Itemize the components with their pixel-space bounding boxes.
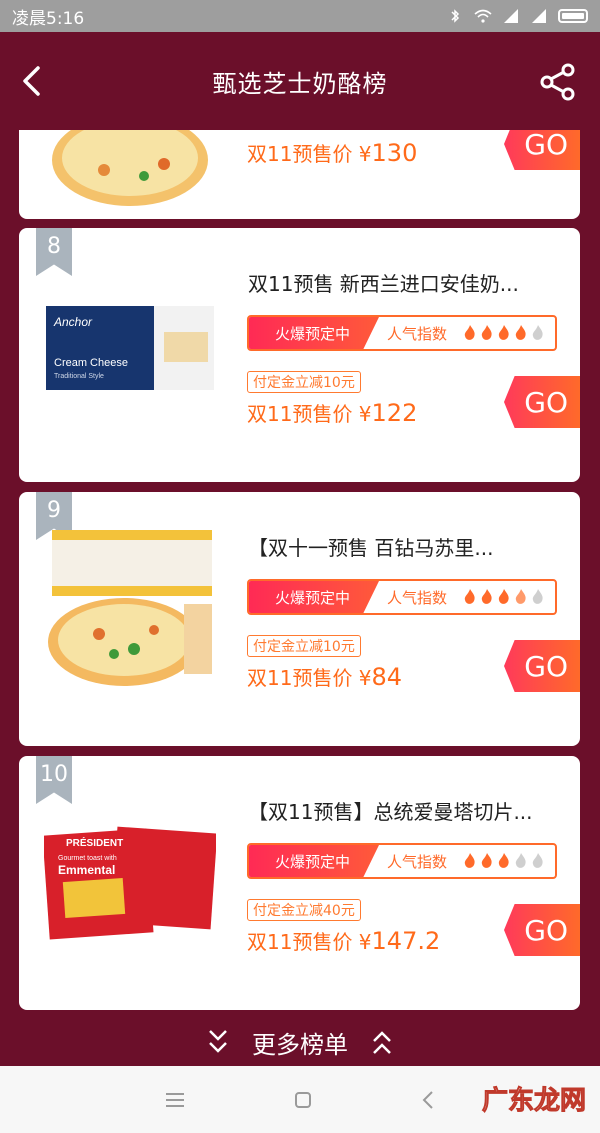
back-nav-icon[interactable]: [420, 1089, 436, 1111]
status-icons: [446, 9, 588, 23]
product-text: Emmental: [58, 863, 115, 877]
product-subtext: Traditional Style: [54, 373, 104, 380]
chevron-double-up-icon: [373, 1031, 391, 1054]
popularity-flames: [463, 589, 545, 605]
flame-icon: [464, 589, 475, 604]
heat-tag: 火爆预定中: [249, 581, 379, 613]
flame-icon: [498, 589, 509, 604]
flame-empty-icon: [532, 589, 543, 604]
price: 双11预售价 ¥122: [247, 399, 418, 427]
go-button[interactable]: GO: [504, 640, 580, 692]
flame-icon: [515, 325, 526, 340]
popularity-flames: [463, 325, 545, 341]
chevron-left-icon: [23, 66, 40, 96]
product-text: Cream Cheese: [54, 357, 128, 369]
flame-icon: [481, 589, 492, 604]
product-card[interactable]: 8 Anchor Cream Cheese Traditional Style …: [19, 228, 580, 482]
flame-icon: [481, 853, 492, 868]
flame-empty-icon: [532, 853, 543, 868]
product-image: PRÉSIDENT Gourmet toast with Emmental: [44, 826, 216, 940]
flame-icon: [481, 325, 492, 340]
more-rankings-button[interactable]: 更多榜单: [0, 1018, 600, 1066]
product-title[interactable]: 【双十一预售 百钻马苏里...: [248, 532, 493, 561]
flame-icon: [498, 853, 509, 868]
product-image: Anchor Cream Cheese Traditional Style: [46, 306, 214, 390]
bluetooth-icon: [451, 9, 460, 23]
status-time: 凌晨5:16: [12, 8, 85, 29]
heat-label: 人气指数: [387, 324, 448, 343]
ranking-list: 双11预售价 ¥130 GO 8 Anchor Cream Cheese Tra…: [0, 130, 600, 1066]
battery-icon: [558, 9, 588, 23]
share-button[interactable]: [538, 62, 578, 102]
coupon-tag: 付定金立减40元: [247, 899, 361, 921]
flame-icon: [498, 325, 509, 340]
product-title[interactable]: 双11预售 新西兰进口安佳奶...: [248, 268, 519, 297]
coupon-tag: 付定金立减10元: [247, 371, 361, 393]
wifi-icon: [474, 9, 492, 23]
heat-tag: 火爆预定中: [249, 317, 379, 349]
product-card[interactable]: 双11预售价 ¥130 GO: [19, 130, 580, 219]
go-button[interactable]: GO: [504, 376, 580, 428]
signal-icon-2: [532, 9, 546, 23]
flame-empty-icon: [532, 325, 543, 340]
more-label: 更多榜单: [252, 1030, 348, 1059]
heat-label: 人气指数: [387, 588, 448, 607]
flame-half-icon: [515, 589, 526, 604]
back-button[interactable]: [14, 62, 48, 100]
page-title: 甄选芝士奶酪榜: [212, 69, 388, 98]
flame-empty-icon: [515, 853, 526, 868]
heat-bar: 火爆预定中 人气指数: [247, 843, 557, 879]
heat-label: 人气指数: [387, 852, 448, 871]
go-button[interactable]: GO: [504, 904, 580, 956]
price: 双11预售价 ¥84: [247, 663, 403, 691]
share-icon: [540, 63, 575, 101]
signal-icon: [504, 9, 518, 23]
flame-icon: [464, 853, 475, 868]
heat-bar: 火爆预定中 人气指数: [247, 315, 557, 351]
product-image: [52, 130, 208, 206]
brand-text: Anchor: [53, 315, 93, 329]
heat-bar: 火爆预定中 人气指数: [247, 579, 557, 615]
popularity-flames: [463, 853, 545, 869]
product-card[interactable]: 9 【双十一预售 百钻马苏里... 火爆预定中 人气指数 付定金立减10元 双1…: [19, 492, 580, 746]
watermark: 广东龙网: [481, 1086, 586, 1117]
app-header: 甄选芝士奶酪榜: [0, 32, 600, 130]
home-icon[interactable]: [293, 1090, 313, 1110]
product-title[interactable]: 【双11预售】总统爱曼塔切片...: [248, 796, 533, 825]
price: 双11预售价 ¥130: [247, 139, 418, 167]
product-subtext: Gourmet toast with: [58, 855, 117, 862]
flame-icon: [464, 325, 475, 340]
chevron-double-down-icon: [209, 1030, 227, 1053]
menu-icon[interactable]: [164, 1091, 186, 1109]
brand-text: PRÉSIDENT: [66, 836, 123, 849]
price: 双11预售价 ¥147.2: [247, 927, 441, 955]
coupon-tag: 付定金立减10元: [247, 635, 361, 657]
status-bar: 凌晨5:16: [0, 0, 600, 32]
go-button[interactable]: GO: [504, 130, 580, 170]
product-card[interactable]: 10 PRÉSIDENT Gourmet toast with Emmental…: [19, 756, 580, 1010]
heat-tag: 火爆预定中: [249, 845, 379, 877]
product-image: [48, 530, 212, 686]
rank-badge: 8: [36, 228, 72, 276]
rank-badge: 10: [36, 756, 72, 804]
